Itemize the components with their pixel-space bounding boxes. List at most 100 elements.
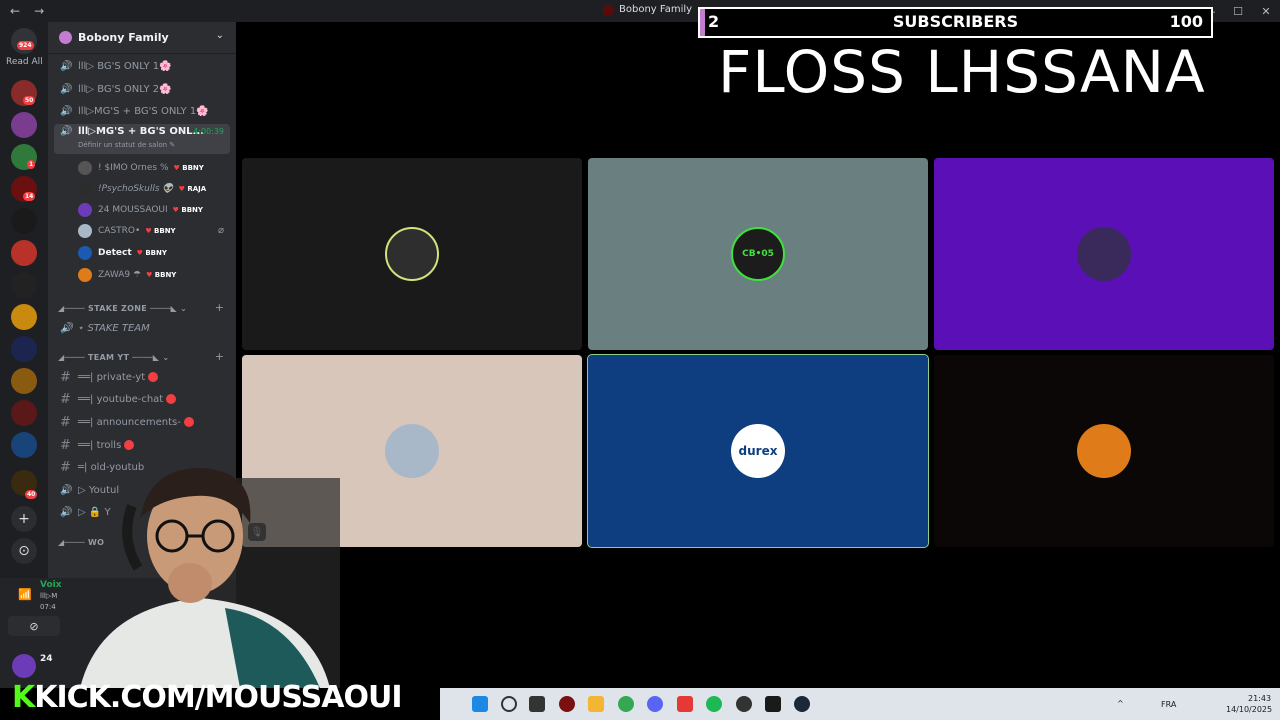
hashtag-icon: # [60, 391, 71, 407]
voice-channel[interactable]: 🔊 lll▷ BG'S ONLY 1🌸 [54, 56, 230, 76]
add-channel-icon[interactable]: + [215, 350, 224, 363]
stream-watermark: KKICK.COM/MOUSSAOUI [12, 680, 402, 715]
channel-label: ══| private-yt [78, 371, 146, 383]
tray-chevron-icon[interactable]: ^ [1117, 699, 1124, 708]
obs-icon[interactable] [736, 696, 752, 712]
member-tag: BBNY [145, 227, 176, 235]
explore-icon[interactable]: ⊙ [11, 538, 37, 564]
clock-date[interactable]: 14/10/2025 [1226, 705, 1272, 714]
avatar [78, 224, 92, 238]
participant-tile[interactable] [934, 158, 1274, 350]
avatar[interactable] [12, 654, 36, 678]
channel-status[interactable]: Définir un statut de salon ✎ [78, 141, 175, 149]
server-badge: 1 [27, 160, 36, 169]
member-name: !PsychoSkulls 👽 [98, 184, 174, 194]
server-icon[interactable] [11, 240, 37, 266]
stream-overlay-title: FLOSS LHSSANA [718, 38, 1206, 106]
avatar [385, 424, 439, 478]
speaker-icon: 🔊 [60, 60, 73, 72]
nav-buttons: ← → [0, 4, 44, 18]
voice-channel[interactable]: 🔊 lll▷ BG'S ONLY 2🌸 [54, 79, 230, 99]
avatar: CB•05 [731, 227, 785, 281]
language-indicator[interactable]: FRA [1161, 700, 1176, 709]
discord-icon[interactable] [647, 696, 663, 712]
participant-tile[interactable]: durex [587, 354, 929, 548]
active-voice-channel[interactable]: 🔊 lll▷MG'S + BG'S ONL... 4:00:39 Définir… [54, 124, 230, 154]
kick-logo: K [12, 680, 35, 715]
voice-member[interactable]: 24 MOUSSAOUI BBNY [78, 200, 203, 220]
app-icon[interactable] [765, 696, 781, 712]
text-channel[interactable]: # ══| private-yt [54, 367, 230, 387]
server-icon[interactable] [11, 208, 37, 234]
read-all-button[interactable]: Read All [6, 57, 43, 67]
app-icon[interactable] [677, 696, 693, 712]
server-header[interactable]: Bobony Family ⌄ [48, 22, 236, 54]
server-icon[interactable] [11, 400, 37, 426]
maximize-button[interactable]: ☐ [1224, 0, 1252, 22]
chevron-down-icon: ⌄ [180, 304, 188, 313]
category-header[interactable]: ◢──── TEAM YT ────◣ ⌄ [58, 353, 169, 362]
text-channel[interactable]: # ══| announcements- [54, 412, 230, 432]
voice-member[interactable]: ! $IMO Ornes % BBNY [78, 158, 204, 178]
member-name: CASTRO• [98, 226, 141, 236]
channel-label: ══| trolls [78, 439, 122, 451]
hashtag-icon: # [60, 437, 71, 453]
unread-dot [124, 440, 135, 450]
server-icon[interactable] [11, 368, 37, 394]
window-title: Bobony Family [603, 4, 692, 15]
avatar [78, 161, 92, 175]
text-channel[interactable]: # ══| trolls [54, 435, 230, 455]
speaker-icon: 🔊 [60, 105, 73, 117]
chrome-icon[interactable] [618, 696, 634, 712]
folder-icon[interactable] [588, 696, 604, 712]
voice-channel[interactable]: 🔊 ⋆ STAKE TEAM [54, 318, 230, 338]
chevron-down-icon[interactable]: ⌄ [216, 30, 224, 41]
category-header[interactable]: ◢──── STAKE ZONE ────◣ ⌄ [58, 304, 187, 313]
voice-member[interactable]: ZAWA9 ☂ BBNY [78, 265, 176, 285]
close-button[interactable]: ✕ [1252, 0, 1280, 22]
forward-icon[interactable]: → [34, 4, 44, 18]
server-logo-icon [603, 4, 613, 15]
add-server-button[interactable]: + [11, 506, 37, 532]
add-channel-icon[interactable]: + [215, 301, 224, 314]
clock-time[interactable]: 21:43 [1248, 694, 1271, 703]
webcam-feed [80, 468, 340, 688]
server-icon[interactable] [11, 272, 37, 298]
start-icon[interactable] [472, 696, 488, 712]
server-name: Bobony Family [78, 31, 169, 44]
speaker-icon: 🔊 [60, 322, 73, 334]
task-view-icon[interactable] [529, 696, 545, 712]
avatar [78, 203, 92, 217]
avatar [385, 227, 439, 281]
back-icon[interactable]: ← [10, 4, 20, 18]
voice-channel[interactable]: 🔊 lll▷MG'S + BG'S ONLY 1🌸 [54, 101, 230, 121]
goal-current: 2 [708, 12, 720, 31]
server-icon[interactable] [11, 112, 37, 138]
app-icon[interactable] [559, 696, 575, 712]
voice-member[interactable]: !PsychoSkulls 👽 RAJA [78, 179, 206, 199]
server-badge: 50 [23, 96, 36, 105]
participant-tile[interactable]: CB•05 [588, 158, 928, 350]
voice-member[interactable]: Detect BBNY [78, 243, 167, 263]
category-label: ◢──── TEAM YT ────◣ [58, 353, 160, 362]
server-icon[interactable] [11, 336, 37, 362]
participant-tile[interactable] [242, 158, 582, 350]
kick-url: KICK.COM/MOUSSAOUI [34, 680, 402, 715]
server-icon [59, 31, 72, 44]
search-icon[interactable] [501, 696, 517, 712]
avatar: durex [731, 424, 785, 478]
avatar [78, 182, 92, 196]
steam-icon[interactable] [794, 696, 810, 712]
participant-tile[interactable] [934, 355, 1274, 547]
text-channel[interactable]: # ══| youtube-chat [54, 389, 230, 409]
channel-label: lll▷MG'S + BG'S ONLY 1🌸 [78, 105, 209, 117]
spotify-icon[interactable] [706, 696, 722, 712]
server-folder[interactable] [11, 432, 37, 458]
server-badge: 40 [25, 490, 38, 499]
channel-timer: 4:00:39 [193, 127, 224, 136]
voice-member[interactable]: CASTRO• BBNY [78, 221, 176, 241]
window-title-text: Bobony Family [619, 4, 693, 15]
avatar [1077, 424, 1131, 478]
server-icon[interactable] [11, 304, 37, 330]
member-tag: BBNY [173, 206, 203, 214]
